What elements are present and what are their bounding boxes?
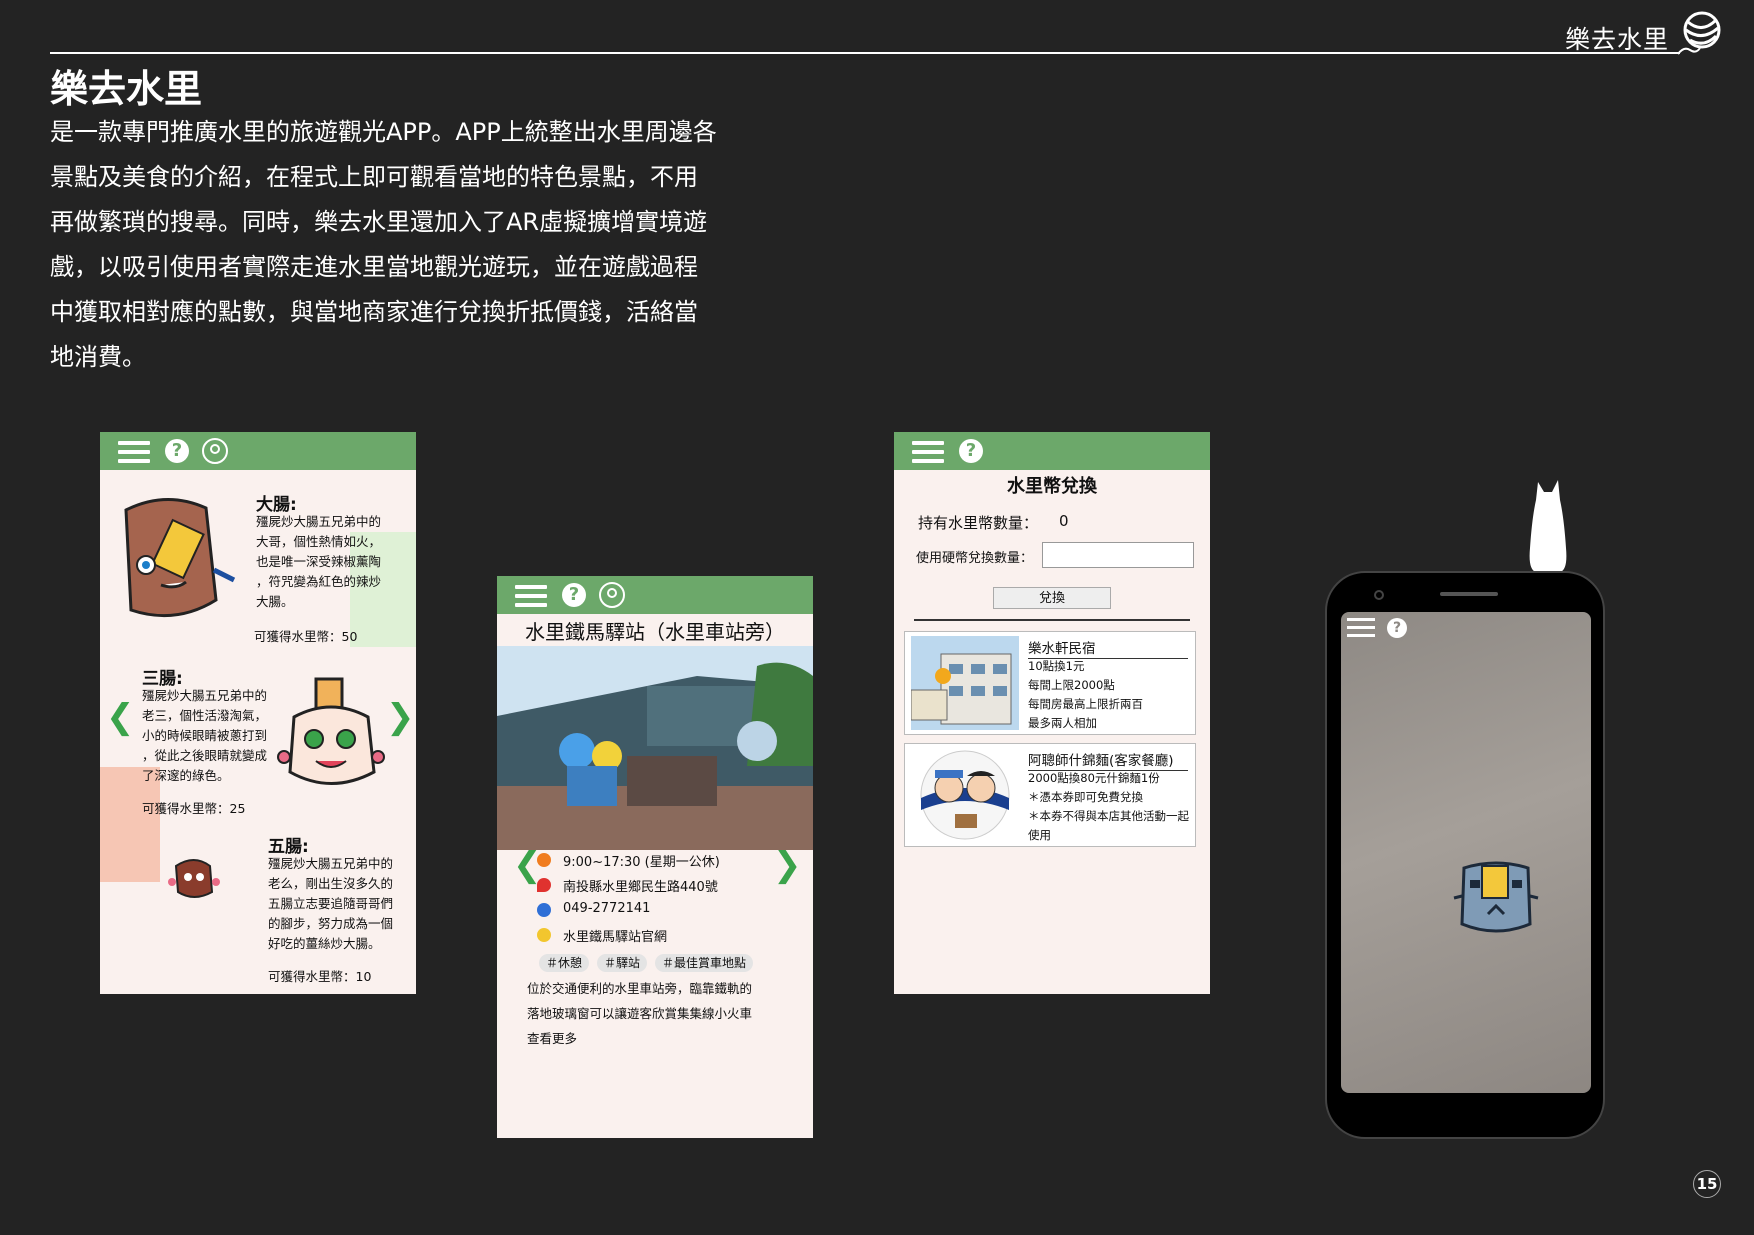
intro-paragraph: 是一款專門推廣水里的旅遊觀光APP。APP上統整出水里周邊各 景點及美食的介紹，… <box>50 110 750 380</box>
third-intestine-character-icon <box>277 677 385 785</box>
attraction-title: 水里鐵馬驛站（水里車站旁） <box>525 620 785 644</box>
app-top-bar: ? <box>894 432 1210 470</box>
menu-icon[interactable] <box>912 441 944 463</box>
food-icon[interactable] <box>599 582 625 608</box>
intro-line: 地消費。 <box>50 343 146 371</box>
merchant-detail: ＊憑本券即可免費兌換 <box>1028 790 1143 804</box>
character-coin-reward: 可獲得水里幣：50 <box>254 629 358 644</box>
clock-icon <box>537 853 551 867</box>
attraction-photo <box>497 646 813 850</box>
merchant-card[interactable]: 樂水軒民宿 10點換1元 每間上限2000點 每間房最高上限折兩百 最多兩人相加 <box>904 631 1196 735</box>
exchange-button[interactable]: 兌換 <box>993 587 1111 609</box>
address: 南投縣水里鄉民生路440號 <box>563 880 718 895</box>
tag-chip[interactable]: ＃驛站 <box>597 954 648 972</box>
character-coin-reward: 可獲得水里幣：10 <box>268 969 372 984</box>
tag-chip[interactable]: ＃最佳賞車地點 <box>655 954 754 972</box>
yarn-ball-logo-icon <box>1677 11 1721 55</box>
coin-balance-value: 0 <box>1059 512 1069 530</box>
intro-line: 戲，以吸引使用者實際走進水里當地觀光遊玩，並在遊戲過程 <box>50 253 698 281</box>
intro-line: 中獲取相對應的點數，與當地商家進行兌換折抵價錢，活絡當 <box>50 298 698 326</box>
fifth-intestine-character-icon <box>168 859 220 898</box>
merchant-detail: 最多兩人相加 <box>1028 716 1097 730</box>
ar-character-icon[interactable] <box>1452 858 1540 938</box>
next-arrow-icon[interactable]: ❯ <box>386 700 415 734</box>
merchant-detail: ＊本券不得與本店其他活動一起 <box>1028 809 1189 823</box>
merchant-detail: 使用 <box>1028 828 1051 842</box>
character-description: 殭屍炒大腸五兄弟中的 老么，剛出生沒多久的 五腸立志要追隨哥哥們 的腳步，努力成… <box>268 856 394 951</box>
previous-arrow-icon[interactable]: ❮ <box>513 848 542 882</box>
merchant-photo <box>911 636 1019 730</box>
opening-hours: 9:00~17:30 (星期一公休) <box>563 855 720 870</box>
help-icon[interactable]: ? <box>165 439 189 463</box>
menu-icon[interactable] <box>118 441 150 463</box>
app-top-bar: ? <box>100 432 416 470</box>
character-description: 殭屍炒大腸五兄弟中的 老三，個性活潑淘氣， 小的時候眼睛被蔥打到 ，從此之後眼睛… <box>142 688 268 783</box>
merchant-detail: 每間上限2000點 <box>1028 678 1115 692</box>
app-top-bar: ? <box>497 576 813 614</box>
help-icon[interactable]: ? <box>1387 618 1407 638</box>
phone-number[interactable]: 049-2772141 <box>563 901 650 916</box>
divider <box>914 619 1190 621</box>
phone-speaker <box>1440 592 1498 596</box>
character-description: 殭屍炒大腸五兄弟中的 大哥，個性熱情如火， 也是唯一深受辣椒薰陶 ，符咒變為紅色… <box>256 514 382 609</box>
help-icon[interactable]: ? <box>959 439 983 463</box>
big-intestine-character-icon <box>124 498 236 618</box>
attraction-detail-screen: ? 水里鐵馬驛站（水里車站旁） ❮ ❯ 9:00~17:30 (星期一公休) 南… <box>497 576 813 1138</box>
brand-name: 樂去水里 <box>1564 25 1669 54</box>
intro-line: 再做繁瑣的搜尋。同時，樂去水里還加入了AR虛擬擴增實境遊 <box>50 208 708 236</box>
character-list-screen: ? 大腸: 殭屍炒大腸五兄弟中的 大哥，個性熱情如火， 也是唯一深受辣椒薰陶 ，… <box>100 432 416 994</box>
menu-icon[interactable] <box>1347 618 1375 638</box>
tag-chip[interactable]: ＃休憩 <box>539 954 590 972</box>
attraction-description: 位於交通便利的水里車站旁，臨靠鐵軌的 落地玻璃窗可以讓遊客欣賞集集線小火車 <box>527 981 753 1021</box>
merchant-name: 樂水軒民宿 <box>1028 637 1188 659</box>
intro-line: 是一款專門推廣水里的旅遊觀光APP。APP上統整出水里周邊各 <box>50 118 717 146</box>
merchant-logo <box>911 748 1019 842</box>
header-rule <box>50 52 1680 54</box>
exchange-amount-label: 使用硬幣兌換數量： <box>916 551 1034 566</box>
read-more-link[interactable]: 查看更多 <box>527 1028 577 1047</box>
merchant-detail: 10點換1元 <box>1028 659 1085 673</box>
merchant-detail: 每間房最高上限折兩百 <box>1028 697 1143 711</box>
merchant-card[interactable]: 阿聰師什錦麵(客家餐廳) 2000點換80元什錦麵1份 ＊憑本券即可免費兌換 ＊… <box>904 743 1196 847</box>
page-number: 15 <box>1693 1170 1721 1198</box>
coin-exchange-screen: ? 水里幣兌換 持有水里幣數量： 0 使用硬幣兌換數量： 兌換 樂水軒民宿 10… <box>894 432 1210 994</box>
screen-title: 水里幣兌換 <box>1007 476 1097 497</box>
globe-icon <box>537 928 551 942</box>
cat-silhouette-icon <box>1529 480 1567 572</box>
intro-line: 景點及美食的介紹，在程式上即可觀看當地的特色景點，不用 <box>50 163 698 191</box>
coin-balance-label: 持有水里幣數量： <box>918 514 1039 532</box>
exchange-amount-input[interactable] <box>1042 542 1194 568</box>
location-icon[interactable] <box>202 438 228 464</box>
ar-camera-view[interactable] <box>1341 612 1591 1093</box>
character-coin-reward: 可獲得水里幣：25 <box>142 801 246 816</box>
website-link[interactable]: 水里鐵馬驛站官網 <box>563 926 667 945</box>
next-arrow-icon[interactable]: ❯ <box>773 848 802 882</box>
front-camera-icon <box>1374 590 1384 600</box>
previous-arrow-icon[interactable]: ❮ <box>106 700 135 734</box>
help-icon[interactable]: ? <box>562 583 586 607</box>
phone-icon <box>537 903 551 917</box>
merchant-detail: 2000點換80元什錦麵1份 <box>1028 771 1160 785</box>
location-pin-icon <box>537 878 551 892</box>
page-title: 樂去水里 <box>50 67 203 111</box>
merchant-name: 阿聰師什錦麵(客家餐廳) <box>1028 749 1188 771</box>
menu-icon[interactable] <box>515 585 547 607</box>
